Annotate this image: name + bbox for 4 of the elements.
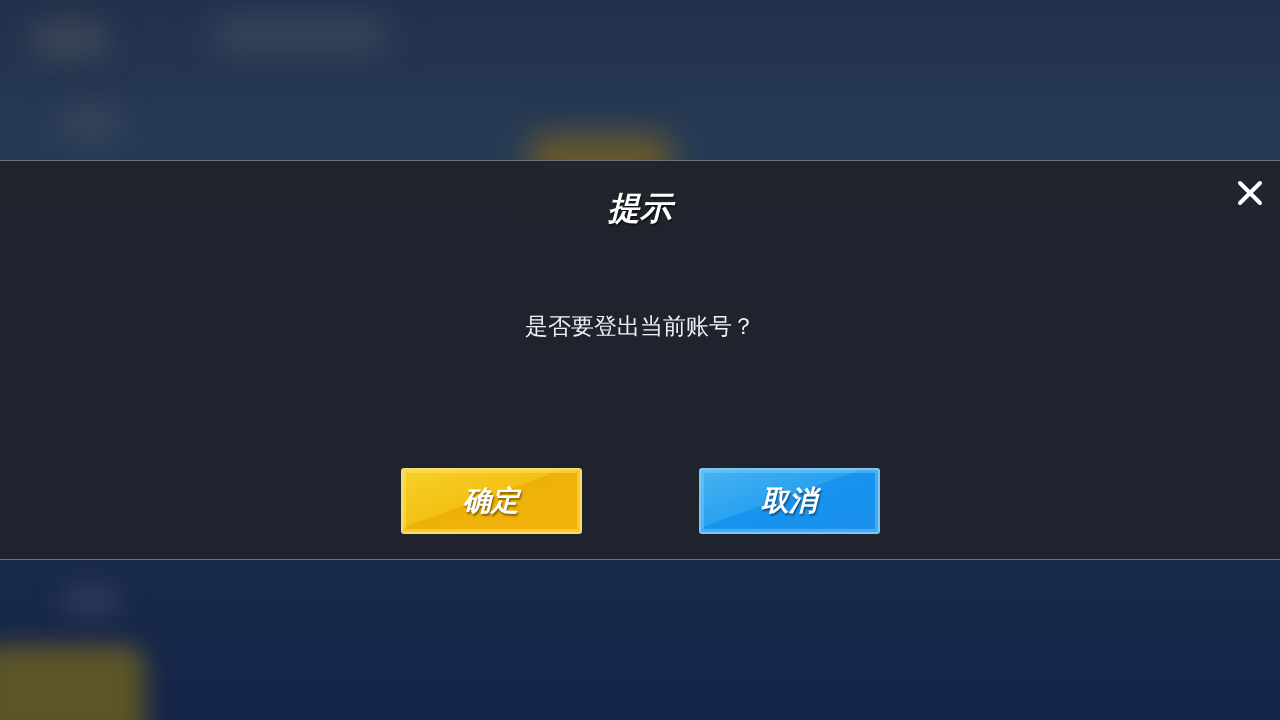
close-icon	[1237, 180, 1263, 206]
cancel-button[interactable]: 取消	[698, 468, 880, 534]
confirm-button[interactable]: 确定	[400, 468, 582, 534]
dialog-message: 是否要登出当前账号？	[525, 312, 755, 341]
